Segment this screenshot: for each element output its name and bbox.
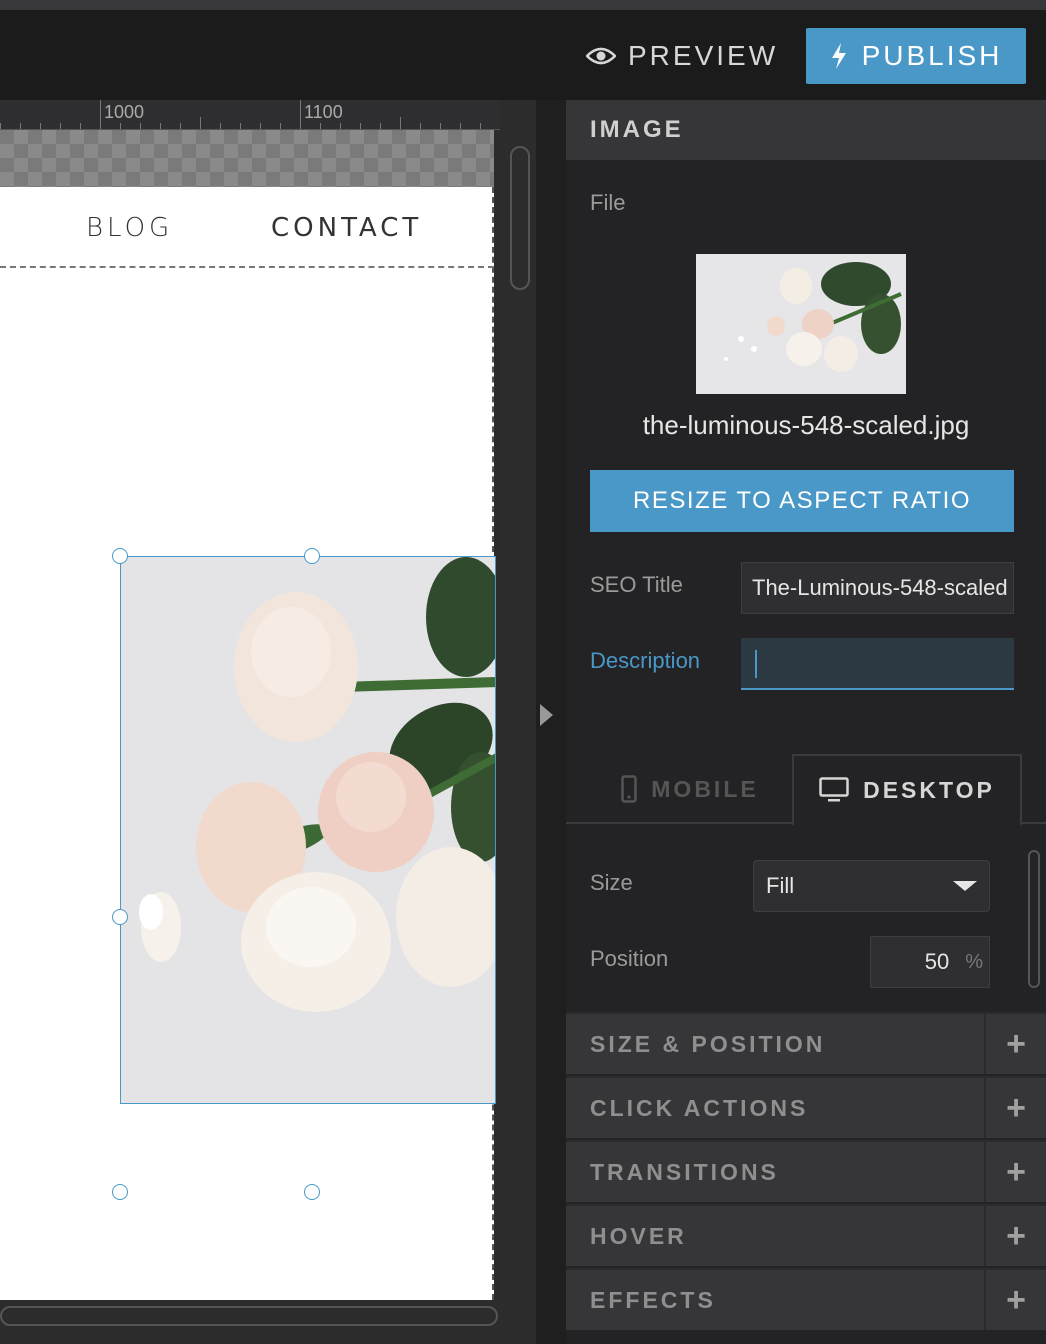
section-transitions[interactable]: TRANSITIONS +: [566, 1140, 1046, 1202]
plus-icon[interactable]: +: [984, 1014, 1046, 1074]
window-top-strip: [0, 0, 1046, 10]
publish-label: PUBLISH: [861, 40, 1003, 71]
size-dropdown[interactable]: Fill: [753, 860, 990, 912]
image-filename: the-luminous-548-scaled.jpg: [642, 410, 970, 440]
resize-handle-bottom-left[interactable]: [112, 1184, 128, 1200]
preview-label: PREVIEW: [628, 40, 779, 71]
section-title: HOVER: [590, 1222, 687, 1249]
resize-handle-top[interactable]: [304, 548, 320, 564]
transparent-background-strip: [0, 130, 494, 187]
monitor-icon: [819, 777, 849, 802]
site-nav-contact[interactable]: CONTACT: [271, 213, 422, 243]
size-label: Size: [590, 870, 633, 895]
position-unit: %: [965, 950, 983, 973]
tab-mobile[interactable]: MOBILE: [590, 754, 790, 824]
section-size-position[interactable]: SIZE & POSITION +: [566, 1012, 1046, 1074]
section-title: EFFECTS: [590, 1286, 716, 1313]
section-title: CLICK ACTIONS: [590, 1094, 809, 1121]
lightning-icon: [831, 43, 846, 69]
resize-handle-left[interactable]: [112, 909, 128, 925]
plus-icon[interactable]: +: [984, 1270, 1046, 1330]
section-title: SIZE & POSITION: [590, 1030, 826, 1057]
plus-icon[interactable]: +: [984, 1142, 1046, 1202]
ruler-label-1000: 1000: [104, 102, 145, 122]
seo-title-label: SEO Title: [590, 572, 683, 597]
tab-desktop-label: DESKTOP: [863, 776, 995, 803]
image-thumbnail[interactable]: [696, 254, 906, 394]
panel-header: IMAGE: [566, 100, 1046, 160]
resize-aspect-ratio-button[interactable]: RESIZE TO ASPECT RATIO: [590, 470, 1014, 532]
file-label: File: [590, 190, 626, 215]
plus-icon[interactable]: +: [984, 1206, 1046, 1266]
plus-icon[interactable]: +: [984, 1078, 1046, 1138]
tab-mobile-label: MOBILE: [651, 775, 759, 802]
seo-title-input[interactable]: The-Luminous-548-scaled: [741, 562, 1014, 614]
selected-image-element[interactable]: [120, 556, 496, 1104]
resize-handle-top-left[interactable]: [112, 548, 128, 564]
section-click-actions[interactable]: CLICK ACTIONS +: [566, 1076, 1046, 1138]
header-divider: [0, 266, 494, 268]
editor-canvas[interactable]: 1000 1100 BLOG CONTACT: [0, 100, 536, 1344]
eye-icon: [586, 47, 616, 65]
canvas-horizontal-scrollbar[interactable]: [0, 1306, 498, 1326]
size-value: Fill: [766, 873, 795, 898]
description-label: Description: [590, 648, 701, 673]
caret-right-icon[interactable]: [540, 704, 553, 726]
horizontal-ruler: 1000 1100: [0, 100, 500, 130]
device-tabs: MOBILE DESKTOP: [566, 754, 1046, 826]
roses-image: [121, 557, 495, 1103]
publish-button[interactable]: PUBLISH: [806, 28, 1026, 84]
position-label: Position: [590, 946, 669, 971]
top-toolbar: PREVIEW PUBLISH: [0, 10, 1046, 100]
caret-down-icon: [953, 881, 977, 891]
preview-button[interactable]: PREVIEW: [586, 36, 778, 76]
resize-handle-bottom[interactable]: [304, 1184, 320, 1200]
canvas-vertical-scrollbar[interactable]: [510, 146, 530, 290]
description-input[interactable]: [741, 638, 1014, 690]
text-caret: [755, 650, 757, 678]
panel-scrollbar[interactable]: [1028, 850, 1040, 988]
section-title: TRANSITIONS: [590, 1158, 779, 1185]
section-hover[interactable]: HOVER +: [566, 1204, 1046, 1266]
ruler-label-1100: 1100: [304, 102, 343, 122]
section-effects[interactable]: EFFECTS +: [566, 1268, 1046, 1330]
tab-desktop[interactable]: DESKTOP: [792, 754, 1022, 826]
roses-thumbnail-image: [696, 254, 906, 394]
position-value: 50: [924, 949, 950, 974]
position-input[interactable]: 50 %: [870, 936, 990, 988]
phone-icon: [621, 775, 638, 803]
site-nav-blog[interactable]: BLOG: [86, 213, 173, 243]
image-settings-panel: IMAGE File the-luminous-548-scaled.jpg R…: [566, 100, 1046, 1344]
